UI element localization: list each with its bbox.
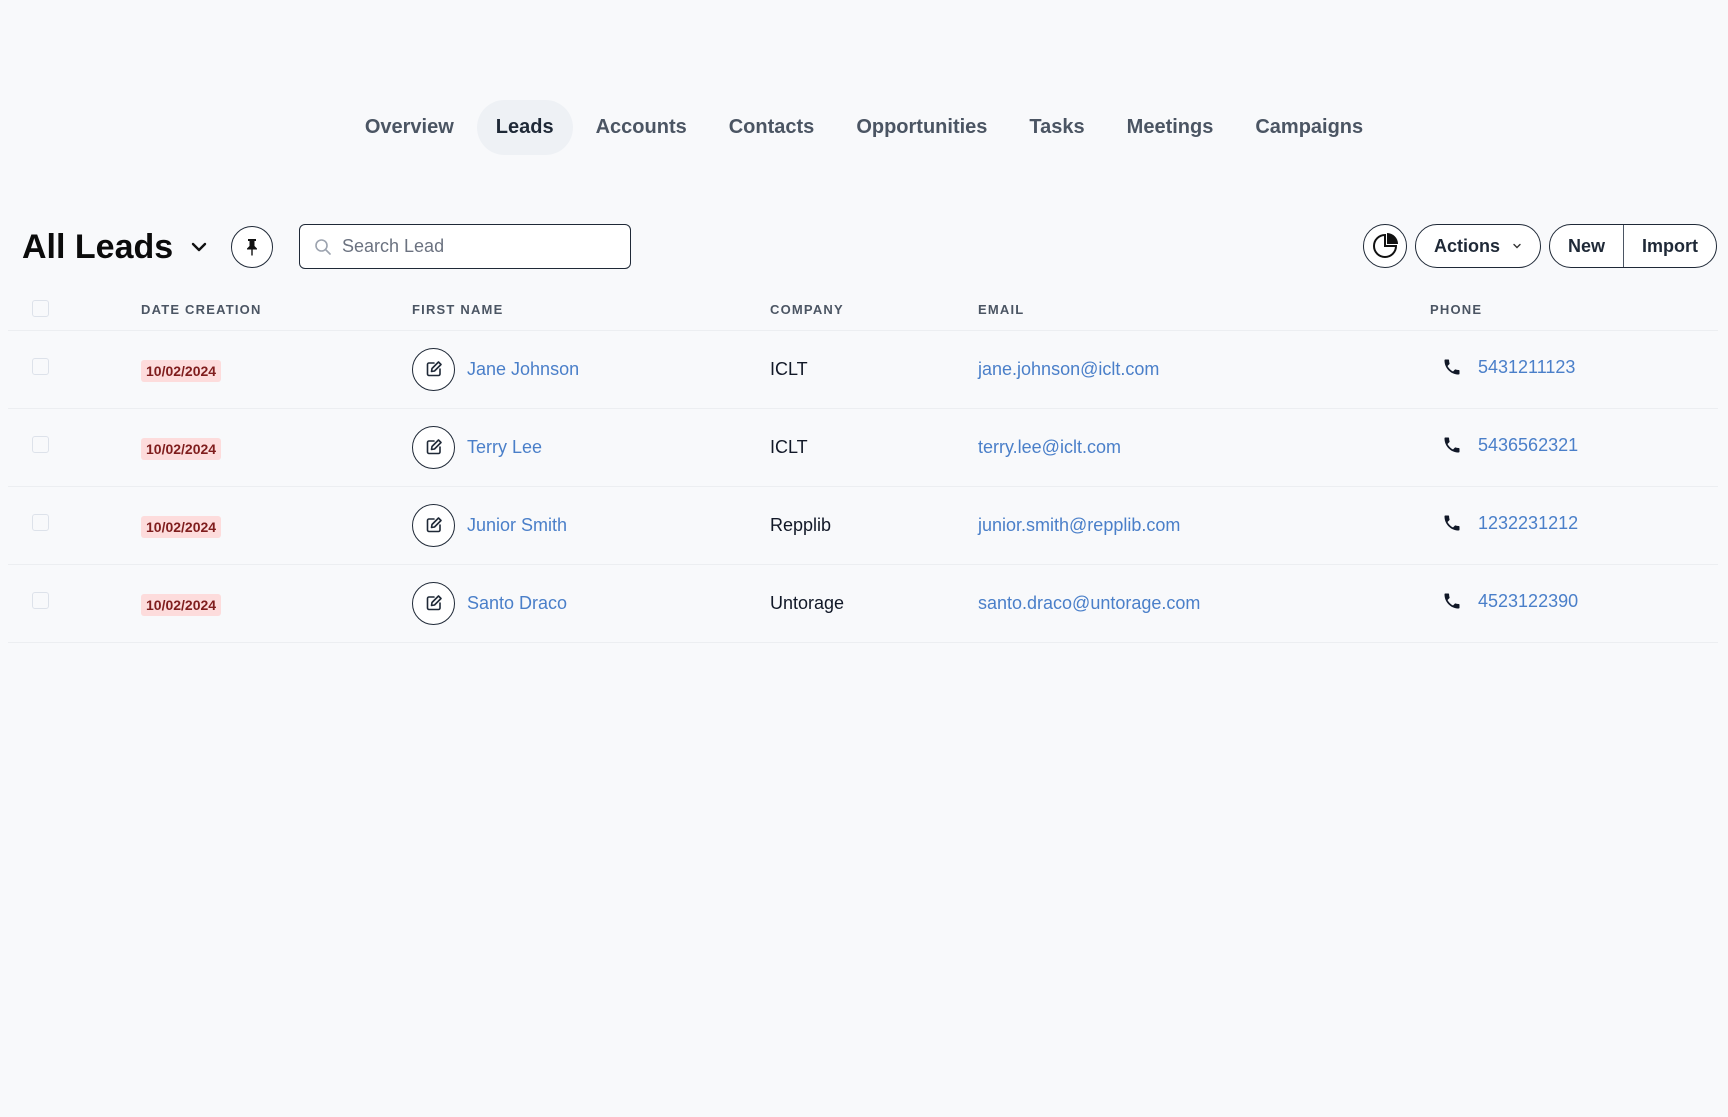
row-checkbox[interactable] (32, 591, 49, 609)
tab-leads[interactable]: Leads (476, 100, 573, 155)
edit-lead-button[interactable] (412, 581, 455, 625)
tab-accounts[interactable]: Accounts (577, 100, 706, 155)
lead-name-link[interactable]: Jane Johnson (467, 359, 579, 380)
row-checkbox[interactable] (32, 435, 49, 453)
phone-icon (1444, 359, 1460, 375)
table-row[interactable]: 10/02/2024 Junior Smith Repplib junior.s… (8, 486, 1718, 565)
table-row[interactable]: 10/02/2024 Jane Johnson ICLT jane.johnso… (8, 330, 1718, 409)
email-link[interactable]: junior.smith@repplib.com (978, 515, 1180, 535)
name-cell: Jane Johnson (412, 330, 770, 409)
email-cell: terry.lee@iclt.com (978, 408, 1430, 487)
column-phone[interactable]: PHONE (1430, 290, 1718, 331)
search-input[interactable] (342, 236, 612, 257)
row-select-cell (8, 564, 141, 643)
phone-icon (1444, 593, 1460, 609)
pin-icon (247, 239, 257, 256)
tab-campaigns[interactable]: Campaigns (1236, 100, 1382, 155)
toolbar-actions: Actions New Import (1362, 224, 1717, 268)
lead-name-link[interactable]: Terry Lee (467, 437, 542, 458)
pie-chart-icon (1373, 233, 1398, 258)
new-import-group: New Import (1548, 224, 1717, 268)
list-toolbar: All Leads Actions New Import (0, 224, 1728, 270)
email-link[interactable]: terry.lee@iclt.com (978, 437, 1121, 457)
select-all-checkbox[interactable] (32, 299, 49, 317)
tab-opportunities[interactable]: Opportunities (837, 100, 1006, 155)
date-badge: 10/02/2024 (141, 516, 222, 538)
date-cell: 10/02/2024 (141, 564, 412, 643)
phone-link[interactable]: 5431211123 (1478, 357, 1575, 378)
tab-overview[interactable]: Overview (346, 100, 473, 155)
company-cell: ICLT (770, 408, 978, 487)
view-selector[interactable]: All Leads (22, 224, 209, 270)
name-cell: Santo Draco (412, 564, 770, 643)
main-tabs: Overview Leads Accounts Contacts Opportu… (0, 100, 1728, 155)
pin-view-button[interactable] (231, 226, 273, 268)
chevron-down-icon (191, 242, 207, 252)
phone-link[interactable]: 5436562321 (1478, 435, 1578, 456)
edit-icon (426, 595, 442, 611)
phone-icon (1444, 515, 1460, 531)
edit-lead-button[interactable] (412, 425, 455, 469)
phone-cell: 1232231212 (1430, 486, 1718, 565)
company-cell: Repplib (770, 486, 978, 565)
phone-cell: 5431211123 (1430, 330, 1718, 409)
search-box (299, 224, 631, 269)
import-button[interactable]: Import (1623, 225, 1716, 267)
date-cell: 10/02/2024 (141, 408, 412, 487)
select-all-cell (8, 290, 141, 331)
email-link[interactable]: jane.johnson@iclt.com (978, 359, 1159, 379)
actions-dropdown[interactable]: Actions (1414, 224, 1541, 268)
chart-view-button[interactable] (1362, 224, 1407, 268)
phone-link[interactable]: 4523122390 (1478, 591, 1578, 612)
row-select-cell (8, 486, 141, 565)
table-header-row: DATE CREATION FIRST NAME COMPANY EMAIL P… (8, 290, 1718, 331)
search-icon (315, 238, 331, 255)
edit-icon (426, 517, 442, 533)
row-checkbox[interactable] (32, 513, 49, 531)
new-button[interactable]: New (1550, 225, 1623, 267)
date-badge: 10/02/2024 (141, 438, 222, 460)
tab-contacts[interactable]: Contacts (710, 100, 834, 155)
column-company[interactable]: COMPANY (770, 290, 978, 331)
phone-icon (1444, 437, 1460, 453)
page-title: All Leads (22, 227, 174, 266)
phone-link[interactable]: 1232231212 (1478, 513, 1578, 534)
company-cell: ICLT (770, 330, 978, 409)
table-row[interactable]: 10/02/2024 Santo Draco Untorage santo.dr… (8, 564, 1718, 643)
lead-name-link[interactable]: Santo Draco (467, 593, 567, 614)
email-cell: santo.draco@untorage.com (978, 564, 1430, 643)
name-cell: Junior Smith (412, 486, 770, 565)
phone-cell: 5436562321 (1430, 408, 1718, 487)
actions-segment: Actions (1416, 225, 1540, 267)
company-cell: Untorage (770, 564, 978, 643)
edit-lead-button[interactable] (412, 503, 455, 547)
column-email[interactable]: EMAIL (978, 290, 1430, 331)
column-first-name[interactable]: FIRST NAME (412, 290, 770, 331)
row-select-cell (8, 330, 141, 409)
actions-label: Actions (1433, 235, 1500, 256)
tab-meetings[interactable]: Meetings (1108, 100, 1233, 155)
table-row[interactable]: 10/02/2024 Terry Lee ICLT terry.lee@iclt… (8, 408, 1718, 487)
date-cell: 10/02/2024 (141, 330, 412, 409)
name-cell: Terry Lee (412, 408, 770, 487)
date-badge: 10/02/2024 (141, 360, 222, 382)
email-cell: junior.smith@repplib.com (978, 486, 1430, 565)
chevron-down-icon (1513, 243, 1521, 249)
edit-icon (426, 439, 442, 455)
email-cell: jane.johnson@iclt.com (978, 330, 1430, 409)
row-select-cell (8, 408, 141, 487)
edit-lead-button[interactable] (412, 347, 455, 391)
leads-table: DATE CREATION FIRST NAME COMPANY EMAIL P… (8, 290, 1718, 643)
phone-cell: 4523122390 (1430, 564, 1718, 643)
tab-tasks[interactable]: Tasks (1010, 100, 1103, 155)
email-link[interactable]: santo.draco@untorage.com (978, 593, 1200, 613)
date-badge: 10/02/2024 (141, 594, 222, 616)
edit-icon (426, 361, 442, 377)
date-cell: 10/02/2024 (141, 486, 412, 565)
column-date-creation[interactable]: DATE CREATION (141, 290, 412, 331)
lead-name-link[interactable]: Junior Smith (467, 515, 567, 536)
row-checkbox[interactable] (32, 357, 49, 375)
